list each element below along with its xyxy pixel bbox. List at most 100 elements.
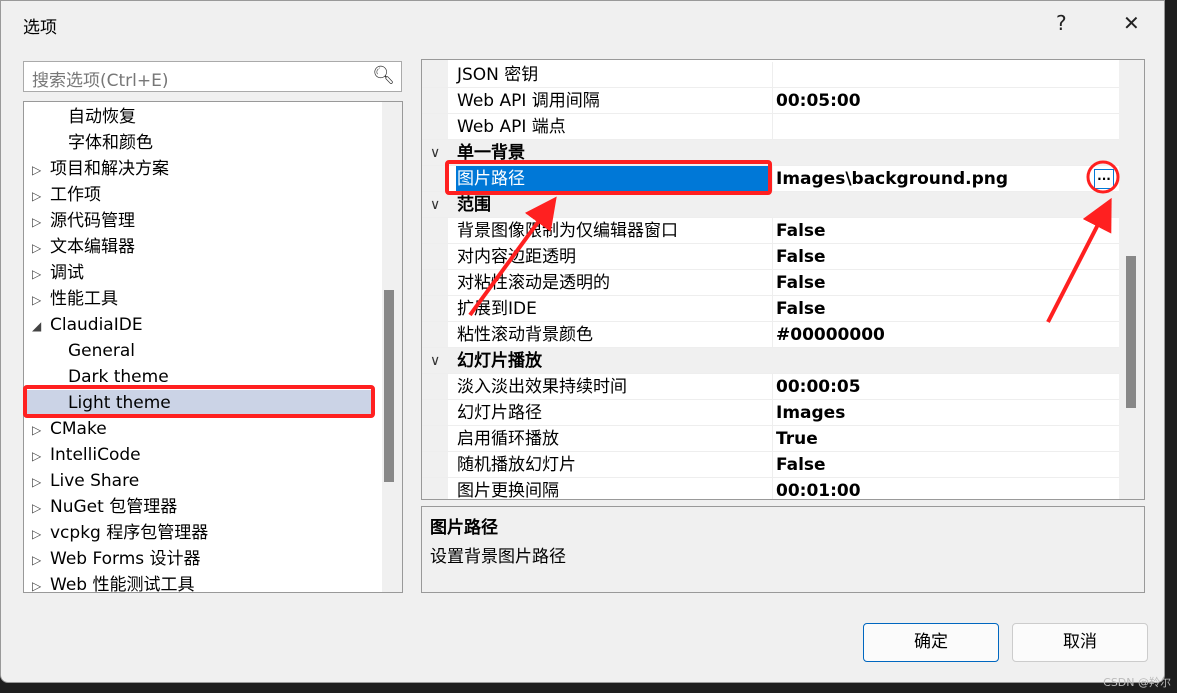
property-value[interactable]: 00:01:00 bbox=[772, 478, 1119, 499]
browse-button[interactable]: ... bbox=[1094, 169, 1114, 189]
property-category[interactable]: ∨ 幻灯片播放 bbox=[422, 348, 1119, 374]
expand-arrow-icon[interactable]: ▷ bbox=[32, 521, 50, 547]
property-value[interactable] bbox=[772, 114, 1119, 139]
tree-item[interactable]: Light theme bbox=[27, 390, 372, 416]
property-row[interactable]: 图片更换间隔 00:01:00 bbox=[422, 478, 1119, 499]
property-value[interactable]: Images\background.png bbox=[772, 166, 1119, 191]
tree-scrollbar-thumb[interactable] bbox=[384, 290, 394, 482]
tree-item[interactable]: ▷ NuGet 包管理器 bbox=[24, 494, 379, 520]
property-name: 扩展到IDE bbox=[457, 299, 537, 319]
chevron-down-icon[interactable]: ∨ bbox=[430, 192, 440, 218]
property-value[interactable]: False bbox=[772, 296, 1119, 321]
tree-item-label: Web 性能测试工具 bbox=[50, 575, 195, 593]
tree-scrollbar[interactable] bbox=[382, 102, 402, 592]
tree-item-label: 自动恢复 bbox=[68, 107, 136, 127]
property-row[interactable]: Web API 端点 bbox=[422, 114, 1119, 140]
property-row[interactable]: 淡入淡出效果持续时间 00:00:05 bbox=[422, 374, 1119, 400]
tree-item[interactable]: Dark theme bbox=[24, 364, 379, 390]
property-value[interactable]: 00:05:00 bbox=[772, 88, 1119, 113]
tree-item[interactable]: ▷ 调试 bbox=[24, 260, 379, 286]
tree-item-label: 性能工具 bbox=[50, 289, 118, 309]
tree-item-label: 源代码管理 bbox=[50, 211, 135, 231]
property-category[interactable]: ∨ 范围 bbox=[422, 192, 1119, 218]
tree-item-label: 项目和解决方案 bbox=[50, 159, 169, 179]
tree-item[interactable]: ▷ 项目和解决方案 bbox=[24, 156, 379, 182]
tree-item[interactable]: ▷ Web Forms 设计器 bbox=[24, 546, 379, 572]
expand-arrow-icon[interactable]: ▷ bbox=[32, 443, 50, 469]
property-value[interactable]: Images bbox=[772, 400, 1119, 425]
cancel-button[interactable]: 取消 bbox=[1012, 623, 1148, 662]
dialog-title: 选项 bbox=[23, 18, 57, 38]
property-category[interactable]: ∨ 单一背景 bbox=[422, 140, 1119, 166]
collapse-arrow-icon[interactable]: ◢ bbox=[32, 313, 50, 339]
property-row[interactable]: 粘性滚动背景颜色 #00000000 bbox=[422, 322, 1119, 348]
tree-item[interactable]: ▷ 性能工具 bbox=[24, 286, 379, 312]
property-row[interactable]: 对粘性滚动是透明的 False bbox=[422, 270, 1119, 296]
tree-item[interactable]: ▷ Live Share bbox=[24, 468, 379, 494]
property-row[interactable]: 背景图像限制为仅编辑器窗口 False bbox=[422, 218, 1119, 244]
tree-item[interactable]: ▷ Web 性能测试工具 bbox=[24, 572, 379, 593]
property-value[interactable]: True bbox=[772, 426, 1119, 451]
expand-arrow-icon[interactable]: ▷ bbox=[32, 469, 50, 495]
tree-item[interactable]: 字体和颜色 bbox=[24, 130, 379, 156]
property-value[interactable] bbox=[772, 62, 1119, 87]
chevron-down-icon[interactable]: ∨ bbox=[430, 348, 440, 374]
tree-item-label: Dark theme bbox=[68, 367, 169, 387]
property-value[interactable]: False bbox=[772, 244, 1119, 269]
property-name: Web API 调用间隔 bbox=[457, 91, 600, 111]
property-name: 随机播放幻灯片 bbox=[457, 455, 576, 475]
property-row[interactable]: JSON 密钥 bbox=[422, 62, 1119, 88]
tree-item[interactable]: General bbox=[24, 338, 379, 364]
ok-button[interactable]: 确定 bbox=[863, 623, 999, 662]
tree-item[interactable]: ▷ CMake bbox=[24, 416, 379, 442]
expand-arrow-icon[interactable]: ▷ bbox=[32, 157, 50, 183]
expand-arrow-icon[interactable]: ▷ bbox=[32, 573, 50, 592]
property-row[interactable]: 启用循环播放 True bbox=[422, 426, 1119, 452]
expand-arrow-icon[interactable]: ▷ bbox=[32, 261, 50, 287]
tree-item[interactable]: ▷ 工作项 bbox=[24, 182, 379, 208]
property-row[interactable]: 扩展到IDE False bbox=[422, 296, 1119, 322]
property-name: 幻灯片路径 bbox=[457, 403, 542, 423]
property-row[interactable]: 幻灯片路径 Images bbox=[422, 400, 1119, 426]
property-name: 背景图像限制为仅编辑器窗口 bbox=[457, 221, 678, 241]
tree-item[interactable]: ▷ IntelliCode bbox=[24, 442, 379, 468]
property-name: 启用循环播放 bbox=[457, 429, 559, 449]
tree-item-label: NuGet 包管理器 bbox=[50, 497, 178, 517]
tree-item[interactable]: ◢ ClaudiaIDE bbox=[24, 312, 379, 338]
help-button[interactable]: ? bbox=[1056, 11, 1067, 35]
tree-item[interactable]: ▷ 源代码管理 bbox=[24, 208, 379, 234]
property-value[interactable]: #00000000 bbox=[772, 322, 1119, 347]
tree-item[interactable]: 自动恢复 bbox=[24, 104, 379, 130]
tree-item-label: ClaudiaIDE bbox=[50, 315, 143, 335]
property-value[interactable]: False bbox=[772, 218, 1119, 243]
expand-arrow-icon[interactable]: ▷ bbox=[32, 287, 50, 313]
expand-arrow-icon[interactable]: ▷ bbox=[32, 495, 50, 521]
expand-arrow-icon[interactable]: ▷ bbox=[32, 235, 50, 261]
property-grid: 图片更换间隔 00:01:00 随机播放幻灯片 False 启用循环播放 True 幻灯片路… bbox=[421, 59, 1145, 500]
grid-scrollbar-thumb[interactable] bbox=[1126, 256, 1136, 408]
expand-arrow-icon[interactable]: ▷ bbox=[32, 209, 50, 235]
property-value[interactable]: False bbox=[772, 452, 1119, 477]
property-name: JSON 密钥 bbox=[457, 65, 539, 85]
property-name: 对内容边距透明 bbox=[457, 247, 576, 267]
tree-item[interactable]: ▷ 文本编辑器 bbox=[24, 234, 379, 260]
expand-arrow-icon[interactable]: ▷ bbox=[32, 547, 50, 573]
search-input[interactable]: 搜索选项(Ctrl+E) 🔍︎ bbox=[23, 61, 402, 92]
property-row[interactable]: 图片路径 Images\background.png... bbox=[422, 166, 1119, 192]
expand-arrow-icon[interactable]: ▷ bbox=[32, 183, 50, 209]
grid-scrollbar[interactable] bbox=[1119, 60, 1144, 499]
tree-item-label: 工作项 bbox=[50, 185, 101, 205]
tree-item-label: 调试 bbox=[50, 263, 84, 283]
expand-arrow-icon[interactable]: ▷ bbox=[32, 417, 50, 443]
close-button[interactable]: ✕ bbox=[1123, 11, 1140, 35]
property-value[interactable]: 00:00:05 bbox=[772, 374, 1119, 399]
property-value[interactable]: False bbox=[772, 270, 1119, 295]
options-tree: ▷ Web 性能测试工具 ▷ Web Forms 设计器 ▷ vcpkg 程序包管理器 ▷ N… bbox=[23, 101, 403, 593]
property-row[interactable]: 随机播放幻灯片 False bbox=[422, 452, 1119, 478]
search-icon[interactable]: 🔍︎ bbox=[372, 65, 395, 86]
property-row[interactable]: Web API 调用间隔 00:05:00 bbox=[422, 88, 1119, 114]
property-row[interactable]: 对内容边距透明 False bbox=[422, 244, 1119, 270]
search-placeholder: 搜索选项(Ctrl+E) bbox=[32, 71, 169, 91]
chevron-down-icon[interactable]: ∨ bbox=[430, 140, 440, 166]
tree-item[interactable]: ▷ vcpkg 程序包管理器 bbox=[24, 520, 379, 546]
